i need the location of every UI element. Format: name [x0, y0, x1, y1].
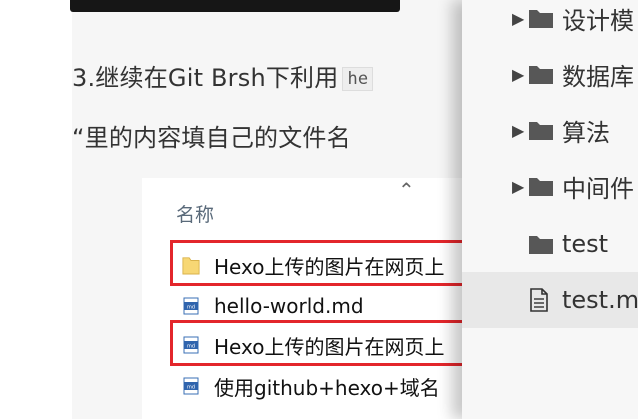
file-name: 使用github+hexo+域名 — [214, 375, 440, 400]
left-gutter — [0, 0, 72, 419]
code-block-bottom — [70, 0, 400, 12]
step-paragraph: 3.继续在Git Brsh下利用 he — [72, 58, 374, 93]
svg-text:md: md — [187, 385, 195, 391]
sidebar-item-middleware[interactable]: ▶ 中间件 — [462, 158, 638, 214]
folder-icon — [529, 10, 553, 28]
svg-text:md: md — [187, 305, 195, 311]
sidebar-item-label: test — [562, 230, 609, 258]
note-paragraph: “里的内容填自己的文件名 — [72, 124, 351, 152]
sidebar-item-test-md[interactable]: test.md — [462, 272, 638, 328]
sidebar-item-label: 算法 — [562, 118, 610, 147]
folder-icon — [529, 66, 553, 84]
step-text: 3.继续在Git Brsh下利用 — [72, 64, 339, 92]
file-explorer-screenshot: ⌃ 名称 Hexo上传的图片在网页上 md hello-world.md md … — [142, 178, 472, 419]
sidebar-item-label: 设计模 — [562, 6, 634, 35]
sidebar-item-label: 中间件 — [562, 174, 634, 203]
file-row: md hello-world.md — [182, 289, 364, 323]
chevron-right-icon[interactable]: ▶ — [512, 177, 524, 196]
chevron-right-icon[interactable]: ▶ — [512, 9, 524, 28]
highlight-box — [170, 320, 472, 366]
sidebar-item-algorithms[interactable]: ▶ 算法 — [462, 102, 638, 158]
sidebar-item-label: 数据库 — [562, 62, 634, 91]
file-tree-sidebar: ▶ 设计模 ▶ 数据库 ▶ 算法 ▶ 中间件 test test.md — [462, 0, 638, 419]
chevron-right-icon[interactable]: ▶ — [512, 65, 524, 84]
markdown-file-icon: md — [183, 297, 199, 315]
inline-code: he — [342, 67, 374, 91]
folder-icon — [529, 178, 553, 196]
sidebar-item-design-patterns[interactable]: ▶ 设计模 — [462, 0, 638, 46]
column-header-name: 名称 — [176, 204, 215, 226]
sort-arrow-icon: ⌃ — [398, 178, 415, 202]
folder-icon — [529, 122, 553, 140]
file-name: hello-world.md — [214, 294, 364, 318]
folder-icon — [529, 236, 553, 254]
markdown-file-icon: md — [183, 377, 199, 395]
highlight-box — [170, 240, 472, 286]
file-row: md 使用github+hexo+域名 — [182, 369, 440, 403]
sidebar-item-test-folder[interactable]: test — [462, 216, 638, 272]
sidebar-item-label: test.md — [562, 286, 638, 314]
sidebar-item-database[interactable]: ▶ 数据库 — [462, 46, 638, 102]
chevron-right-icon[interactable]: ▶ — [512, 121, 524, 140]
document-icon — [530, 288, 548, 312]
